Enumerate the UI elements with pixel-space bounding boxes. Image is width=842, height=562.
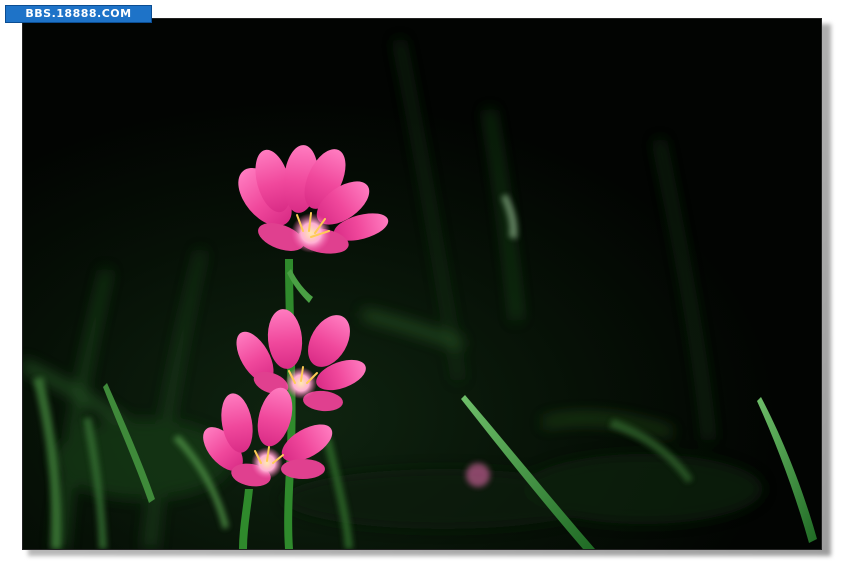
photo-frame (22, 18, 822, 550)
flower-photo (23, 19, 821, 549)
page: BBS.18888.COM (0, 0, 842, 562)
distant-blossom (466, 463, 490, 487)
site-watermark: BBS.18888.COM (5, 5, 152, 23)
